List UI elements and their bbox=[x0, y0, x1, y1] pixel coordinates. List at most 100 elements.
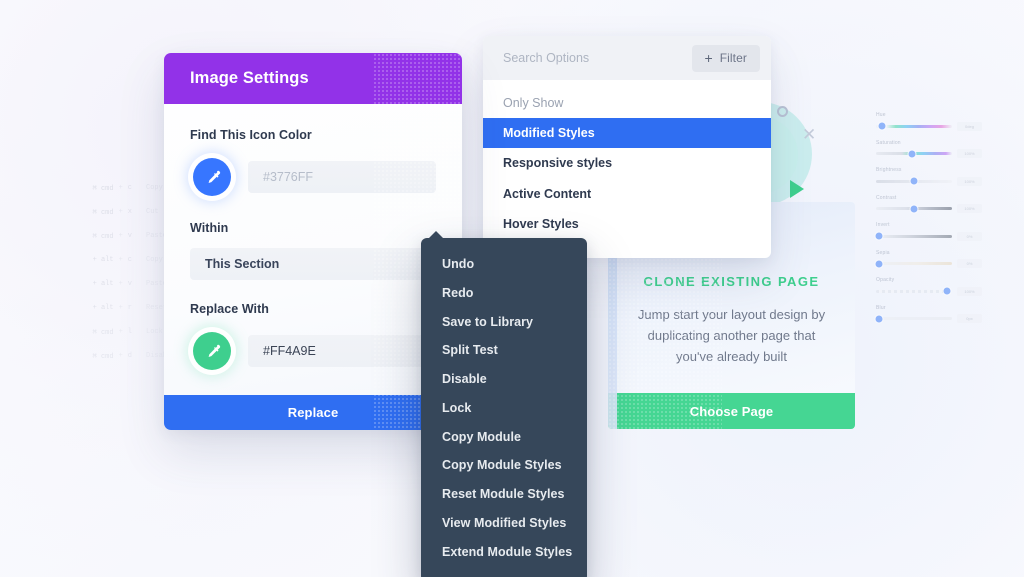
shortcut-key: v bbox=[127, 232, 132, 240]
filter-slider-group: Sepia 0% bbox=[875, 249, 982, 268]
filter-slider-value[interactable]: 100% bbox=[957, 176, 982, 186]
shortcut-key: v bbox=[127, 280, 132, 288]
shortcut-plus: + bbox=[118, 352, 123, 360]
filter-slider-knob[interactable] bbox=[875, 260, 883, 267]
filter-slider-value[interactable]: 0% bbox=[957, 231, 982, 241]
context-menu-item[interactable]: Redo bbox=[421, 279, 587, 308]
shortcut-keys: ⌘ cmd + l bbox=[36, 328, 132, 337]
filter-slider-row: 0deg bbox=[876, 121, 982, 131]
filter-slider-label: Contrast bbox=[876, 194, 897, 201]
find-eyedropper-button[interactable] bbox=[184, 149, 240, 205]
filter-slider-value[interactable]: 100% bbox=[957, 286, 982, 296]
choose-page-button[interactable]: Choose Page bbox=[608, 202, 855, 430]
filter-slider-knob[interactable] bbox=[910, 177, 918, 185]
shortcut-plus: + bbox=[118, 328, 123, 336]
shortcut-keys: + alt + c bbox=[36, 256, 132, 264]
search-input[interactable]: Search Options bbox=[503, 51, 589, 65]
shortcut-keys: ⌘ cmd + d bbox=[36, 352, 132, 361]
filter-slider-label: Brightness bbox=[876, 167, 902, 173]
image-filters-panel: Hue 0deg Saturation 100% Brightness 100% Contr… bbox=[875, 112, 982, 332]
filter-slider-label: Hue bbox=[876, 112, 886, 118]
shortcut-description: Cut bbox=[146, 208, 159, 216]
shortcut-plus: + bbox=[118, 256, 123, 264]
shortcut-keys: ⌘ cmd + v bbox=[36, 232, 132, 241]
play-triangle-icon bbox=[790, 180, 804, 198]
filter-slider-row: 0% bbox=[875, 259, 982, 268]
find-color-row: #3776FF bbox=[184, 149, 436, 205]
filter-slider-value[interactable]: 0px bbox=[957, 314, 982, 323]
filter-slider-track[interactable] bbox=[875, 260, 952, 267]
search-bar[interactable]: Search Options + Filter bbox=[483, 36, 771, 80]
circle-outline-icon bbox=[777, 106, 788, 117]
filter-slider-knob[interactable] bbox=[908, 150, 916, 157]
context-menu-item[interactable]: Split Test bbox=[421, 336, 587, 365]
find-color-label: Find This Icon Color bbox=[190, 128, 312, 142]
filter-slider-knob[interactable] bbox=[943, 287, 951, 295]
context-menu-item[interactable]: Lock bbox=[421, 394, 587, 423]
filter-slider-value[interactable]: 100% bbox=[957, 149, 982, 158]
filter-slider-knob[interactable] bbox=[875, 315, 883, 322]
replace-button[interactable]: Replace bbox=[164, 53, 462, 430]
within-select[interactable]: This Section bbox=[190, 248, 436, 280]
context-menu-item[interactable]: Copy Module Styles bbox=[421, 451, 587, 480]
shortcut-modifier: ⌘ cmd bbox=[92, 208, 114, 217]
shortcut-modifier: ⌘ cmd bbox=[92, 352, 114, 361]
filter-slider-track[interactable] bbox=[876, 122, 952, 130]
shortcut-plus: + bbox=[118, 232, 123, 240]
replace-button-label: Replace bbox=[287, 405, 339, 420]
filter-slider-track[interactable] bbox=[875, 315, 952, 322]
context-menu-item[interactable]: Save to Library bbox=[421, 308, 587, 337]
filter-slider-track[interactable] bbox=[876, 150, 952, 157]
context-menu-item[interactable]: Undo bbox=[421, 250, 587, 279]
context-menu-item[interactable]: View Modified Styles bbox=[421, 509, 587, 538]
image-settings-panel: Image Settings Find This Icon Color #377… bbox=[164, 53, 462, 430]
plus-icon: + bbox=[704, 50, 713, 66]
filter-slider-group: Saturation 100% bbox=[876, 139, 982, 158]
shortcut-key: x bbox=[127, 208, 132, 216]
filter-slider-label: Saturation bbox=[876, 139, 901, 146]
filter-slider-value[interactable]: 0deg bbox=[957, 121, 982, 131]
shortcut-keys: ⌘ cmd + c bbox=[36, 184, 132, 193]
search-option-item[interactable]: Hover Styles bbox=[483, 209, 771, 239]
search-option-item[interactable]: Modified Styles bbox=[483, 118, 771, 149]
context-menu-item[interactable]: Disable bbox=[421, 365, 587, 394]
choose-page-button-label: Choose Page bbox=[689, 403, 774, 419]
only-show-heading: Only Show bbox=[503, 96, 564, 110]
filter-slider-row: 100% bbox=[876, 176, 982, 186]
filter-button[interactable]: + Filter bbox=[691, 44, 760, 72]
filter-slider-value[interactable]: 0% bbox=[957, 259, 982, 268]
filter-slider-label: Sepia bbox=[876, 249, 890, 256]
filter-slider-group: Hue 0deg bbox=[876, 112, 982, 131]
filter-slider-group: Blur 0px bbox=[875, 305, 982, 323]
shortcut-description: Copy bbox=[146, 256, 163, 264]
filter-slider-group: Invert 0% bbox=[875, 222, 982, 241]
find-color-input[interactable]: #3776FF bbox=[248, 161, 436, 193]
filter-slider-value[interactable]: 100% bbox=[957, 204, 982, 213]
shortcut-modifier: + alt bbox=[92, 280, 114, 288]
context-menu-item[interactable]: Copy Module bbox=[421, 423, 587, 452]
filter-slider-knob[interactable] bbox=[875, 232, 883, 240]
search-option-item[interactable]: Responsive styles bbox=[483, 148, 771, 178]
filter-slider-track[interactable] bbox=[876, 287, 952, 295]
replace-color-row: #FF4A9E bbox=[184, 323, 436, 379]
replace-color-input[interactable]: #FF4A9E bbox=[248, 335, 436, 367]
search-option-item[interactable]: Active Content bbox=[483, 179, 771, 209]
filter-slider-track[interactable] bbox=[875, 232, 952, 240]
filter-slider-knob[interactable] bbox=[878, 122, 886, 130]
filter-slider-track[interactable] bbox=[876, 205, 952, 212]
shortcut-description: Copy bbox=[146, 184, 163, 192]
filter-slider-group: Brightness 100% bbox=[876, 167, 982, 186]
filter-slider-knob[interactable] bbox=[910, 205, 918, 212]
filter-slider-row: 100% bbox=[876, 149, 982, 158]
shortcut-modifier: ⌘ cmd bbox=[92, 328, 114, 337]
context-menu-item[interactable]: Reset Module Styles bbox=[421, 480, 587, 509]
filter-slider-row: 100% bbox=[876, 204, 982, 213]
search-options-list: Only Show Modified Styles Responsive styl… bbox=[483, 80, 771, 258]
image-settings-body: Find This Icon Color #3776FF Within This… bbox=[164, 104, 462, 379]
filter-slider-row: 0px bbox=[875, 314, 982, 323]
shortcut-modifier: + alt bbox=[92, 304, 114, 312]
context-menu-item[interactable]: Extend Module Styles bbox=[421, 538, 587, 567]
screenshot-canvas: ⌘ cmd + c Copy ⌘ cmd + x Cut ⌘ cmd + v Paste + alt + c… bbox=[0, 0, 1024, 577]
replace-eyedropper-button[interactable] bbox=[184, 323, 240, 379]
filter-slider-track[interactable] bbox=[876, 177, 952, 185]
